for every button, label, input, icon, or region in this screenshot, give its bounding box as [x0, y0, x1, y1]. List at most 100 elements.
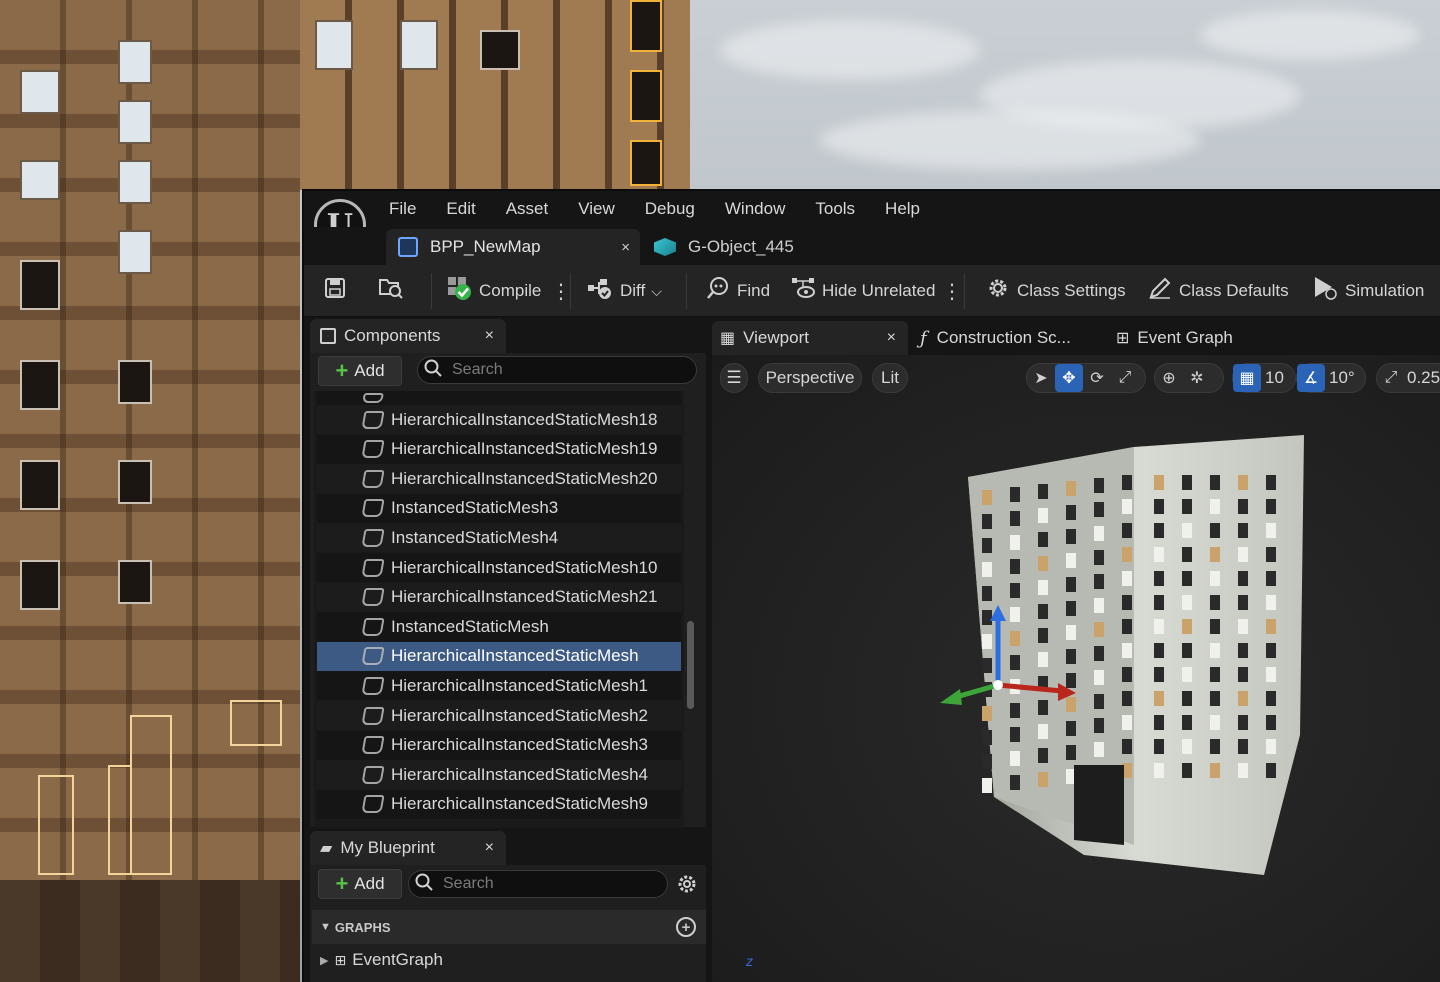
instanced-mesh-icon: [361, 706, 385, 725]
component-row[interactable]: HierarchicalInstancedStaticMesh3: [317, 730, 681, 760]
my-blueprint-search-input[interactable]: [443, 875, 643, 893]
browse-folder-icon: [378, 276, 404, 306]
instanced-mesh-icon: [361, 765, 385, 784]
menu-edit[interactable]: Edit: [431, 199, 490, 219]
perspective-button[interactable]: Perspective: [758, 363, 862, 393]
menu-view[interactable]: View: [563, 199, 630, 219]
graph-item-eventgraph[interactable]: ▶ ⊞ EventGraph: [312, 944, 706, 976]
component-label: HierarchicalInstancedStaticMesh19: [391, 439, 658, 459]
transform-tools: ➤ ✥ ⟳ ⤢: [1026, 363, 1146, 393]
instanced-mesh-icon: [361, 647, 385, 666]
component-row[interactable]: HierarchicalInstancedStaticMesh: [317, 641, 681, 671]
component-row[interactable]: HierarchicalInstancedStaticMesh4: [317, 760, 681, 790]
add-member-button[interactable]: + Add: [318, 869, 402, 899]
tab-construction-script[interactable]: ƒ Construction Sc...: [920, 321, 1071, 355]
menu-help[interactable]: Help: [870, 199, 935, 219]
viewport-tab-label: Viewport: [743, 328, 809, 347]
component-row[interactable]: HierarchicalInstancedStaticMesh21: [317, 582, 681, 612]
more-vertical-icon: ⋮: [551, 280, 571, 303]
select-arrow-icon[interactable]: ➤: [1027, 364, 1055, 392]
instanced-mesh-icon: [361, 558, 385, 577]
instanced-mesh-icon: [361, 676, 385, 695]
lit-mode-button[interactable]: Lit: [872, 363, 908, 393]
diff-button[interactable]: Diff ⌵: [587, 265, 662, 317]
tab-g-object[interactable]: G-Object_445: [654, 229, 794, 265]
scale-snap-control[interactable]: ⤢ 0.25: [1376, 363, 1440, 393]
list-item[interactable]: [317, 391, 681, 405]
more-vertical-icon: ⋮: [942, 280, 962, 303]
event-graph-icon: ⊞: [334, 951, 347, 968]
component-row[interactable]: HierarchicalInstancedStaticMesh18: [317, 405, 681, 434]
grid-snap-control[interactable]: ▦ 10: [1232, 363, 1296, 393]
my-blueprint-panel-tab[interactable]: ▰ My Blueprint ×: [310, 831, 506, 865]
rotation-snap-control[interactable]: ∡ 10°: [1296, 363, 1366, 393]
components-scrollbar[interactable]: [687, 621, 694, 709]
component-row[interactable]: InstancedStaticMesh: [317, 612, 681, 642]
blueprint-viewport[interactable]: ☰ Perspective Lit ➤ ✥ ⟳ ⤢ ⊕ ✲ ▦ 10 ∡ 10°…: [712, 355, 1440, 982]
settings-gear-icon[interactable]: [676, 873, 698, 895]
simulation-button[interactable]: Simulation: [1312, 265, 1424, 317]
diff-label: Diff: [620, 281, 646, 300]
close-icon[interactable]: ×: [485, 839, 494, 857]
viewport-options-button[interactable]: ☰: [720, 363, 748, 393]
component-row[interactable]: HierarchicalInstancedStaticMesh1: [317, 671, 681, 701]
grid-snap-icon[interactable]: ▦: [1233, 364, 1261, 392]
components-search-input[interactable]: [452, 361, 672, 379]
component-row[interactable]: HierarchicalInstancedStaticMesh2: [317, 701, 681, 730]
close-icon[interactable]: ×: [485, 327, 494, 345]
save-icon: [324, 277, 346, 305]
diff-icon: [587, 276, 613, 306]
menu-debug[interactable]: Debug: [630, 199, 710, 219]
component-row[interactable]: InstancedStaticMesh3: [317, 493, 681, 523]
add-component-button[interactable]: + Add: [318, 356, 402, 386]
axis-indicator: z: [746, 953, 753, 969]
component-row[interactable]: HierarchicalInstancedStaticMesh19: [317, 434, 681, 464]
scale-snap-value: 0.25: [1407, 368, 1440, 387]
angle-snap-icon[interactable]: ∡: [1297, 364, 1325, 392]
search-icon: [415, 873, 433, 896]
graphs-section-header[interactable]: ▼ GRAPHS +: [312, 910, 706, 944]
class-defaults-label: Class Defaults: [1179, 281, 1289, 300]
event-graph-icon: ⊞: [1116, 330, 1130, 347]
compile-options-button[interactable]: ⋮: [551, 265, 571, 317]
component-row[interactable]: InstancedStaticMesh4: [317, 523, 681, 553]
browse-button[interactable]: [378, 265, 411, 317]
tab-bpp-newmap[interactable]: BPP_NewMap ×: [386, 229, 640, 265]
menu-window[interactable]: Window: [710, 199, 800, 219]
class-defaults-button[interactable]: Class Defaults: [1148, 265, 1289, 317]
graphs-header-label: GRAPHS: [334, 919, 391, 935]
class-settings-label: Class Settings: [1017, 281, 1126, 300]
component-label: HierarchicalInstancedStaticMesh20: [391, 468, 658, 488]
surface-snap-icon[interactable]: ✲: [1183, 364, 1211, 392]
component-row[interactable]: HierarchicalInstancedStaticMesh9: [317, 789, 681, 819]
find-button[interactable]: Find: [706, 265, 770, 317]
component-row[interactable]: HierarchicalInstancedStaticMesh10: [317, 553, 681, 582]
hide-unrelated-options-button[interactable]: ⋮: [942, 265, 962, 317]
find-icon: [706, 276, 730, 306]
scale-icon[interactable]: ⤢: [1111, 364, 1139, 392]
add-graph-icon[interactable]: +: [676, 917, 696, 937]
document-tab-bar: BPP_NewMap × G-Object_445: [304, 227, 1440, 265]
hide-unrelated-icon: [791, 277, 815, 305]
compile-button[interactable]: Compile: [446, 265, 541, 317]
world-space-icon[interactable]: ⊕: [1155, 364, 1183, 392]
save-button[interactable]: [324, 265, 353, 317]
grid-snap-value: 10: [1265, 368, 1284, 387]
close-icon[interactable]: ×: [887, 329, 896, 347]
component-row[interactable]: HierarchicalInstancedStaticMesh20: [317, 464, 681, 494]
tab-event-graph[interactable]: ⊞ Event Graph: [1116, 321, 1233, 355]
rotate-icon[interactable]: ⟳: [1083, 364, 1111, 392]
move-icon[interactable]: ✥: [1055, 364, 1083, 392]
class-settings-button[interactable]: Class Settings: [986, 265, 1126, 317]
close-icon[interactable]: ×: [621, 239, 630, 256]
instanced-mesh-icon: [361, 736, 385, 755]
scale-snap-icon[interactable]: ⤢: [1377, 364, 1405, 392]
menu-file[interactable]: File: [374, 199, 431, 219]
menu-tools[interactable]: Tools: [800, 199, 870, 219]
tab-viewport[interactable]: ▦ Viewport ×: [712, 321, 908, 355]
menu-asset[interactable]: Asset: [491, 199, 564, 219]
hide-unrelated-button[interactable]: Hide Unrelated: [791, 265, 935, 317]
search-icon: [424, 359, 442, 382]
components-panel-tab[interactable]: Components ×: [310, 319, 506, 353]
transform-gizmo[interactable]: [938, 605, 1078, 725]
